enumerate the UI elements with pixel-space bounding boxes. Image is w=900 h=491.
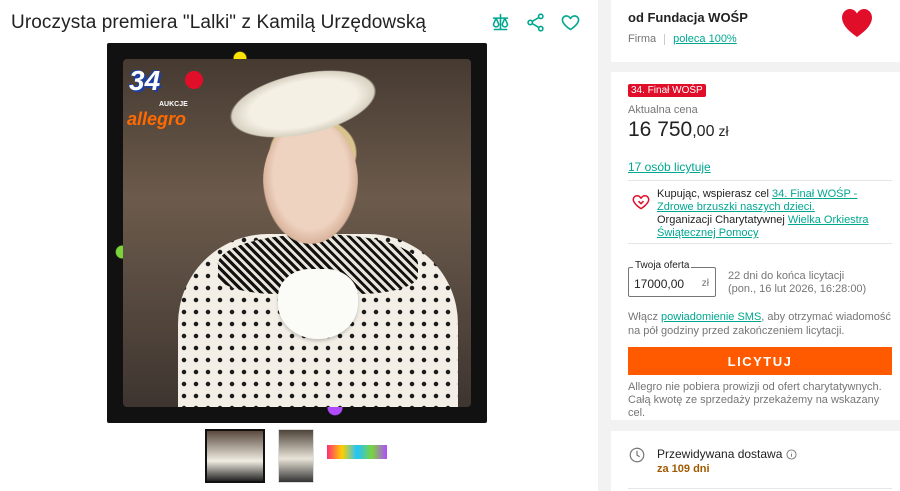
bid-input[interactable] [634,277,694,291]
price-currency: zł [718,123,729,139]
wosp-logo-heart [185,71,203,89]
current-price: 16 750,00 zł [628,118,729,142]
purchase-card: 34. Finał WOŚP Aktualna cena 16 750,00 zł… [611,72,900,420]
delivery-label: Przewidywana dostawa [657,447,783,461]
thumbnail-2[interactable] [278,429,314,483]
charity-org-prefix: Organizacji Charytatywnej [657,214,785,226]
divider [628,488,892,489]
auction-time-left: 22 dni do końca licytacji (pon., 16 lut … [728,270,893,296]
price-label: Aktualna cena [628,104,698,116]
main-product-image[interactable]: 34 AUKCJE allegro [107,43,487,423]
offer-title: Uroczysta premiera "Lalki" z Kamilą Urzę… [11,12,427,33]
seller-name[interactable]: od Fundacja WOŚP [628,10,748,25]
thumbnail-1[interactable] [205,429,265,483]
sms-prefix: Włącz [628,311,658,323]
delivery-label-row: Przewidywana dostawa [657,447,797,461]
heart-icon[interactable] [560,12,581,33]
bidders-link[interactable]: 17 osób licytuje [628,160,711,174]
divider [664,33,666,45]
thumbnail-strip [205,429,387,483]
divider [628,180,892,181]
divider [628,243,892,244]
price-whole: 16 750 [628,118,693,141]
bid-currency: zł [701,278,709,289]
thumbnail-3[interactable] [327,429,387,483]
clock-icon [628,446,646,464]
bid-button[interactable]: LICYTUJ [628,347,892,375]
seller-card: od Fundacja WOŚP Firma poleca 100% [611,0,900,62]
title-actions [490,12,581,33]
wosp-final-badge: 34. Finał WOŚP [628,84,706,97]
product-panel: Uroczysta premiera "Lalki" z Kamilą Urzę… [0,0,598,491]
auction-end-date: (pon., 16 lut 2026, 16:28:00) [728,283,867,295]
campaign-logo-number: 34 [129,65,161,96]
sms-notification-link[interactable]: powiadomienie SMS [661,311,761,323]
wosp-heart-logo[interactable] [841,8,873,38]
seller-type: Firma [628,33,657,45]
sms-notice: Włącz powiadomienie SMS, aby otrzymać wi… [628,310,893,338]
delivery-card: Przewidywana dostawa za 109 dni [611,431,900,491]
seller-recommendation-link[interactable]: poleca 100% [673,33,737,45]
charity-text: Kupując, wspierasz cel 34. Finał WOŚP - … [657,188,893,240]
compare-icon[interactable] [490,12,511,33]
delivery-value: za 109 dni [657,463,710,475]
bid-legend: Twoja oferta [633,260,692,271]
seller-meta: Firma poleca 100% [628,33,737,45]
thumbnail-3-banner [327,445,387,459]
bid-field[interactable]: Twoja oferta zł [628,260,716,297]
campaign-logo-aukcje: AUKCJE [159,101,188,108]
info-icon[interactable] [786,448,797,460]
charity-prefix: Kupując, wspierasz cel [657,188,769,200]
time-remaining: 22 dni do końca licytacji [728,270,845,282]
price-decimal: ,00 [692,123,715,140]
campaign-logo-brand: allegro [127,109,187,129]
fee-note: Allegro nie pobiera prowizji od ofert ch… [628,381,882,419]
charity-heart-icon [631,192,651,212]
share-icon[interactable] [525,12,546,33]
photo-bow [278,269,358,339]
